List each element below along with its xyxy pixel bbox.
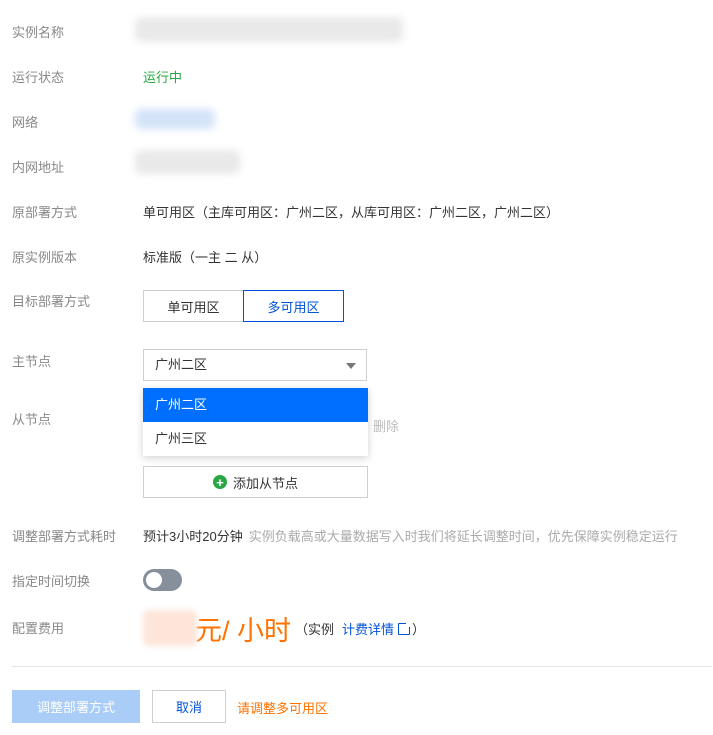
- zone-dropdown-menu: 广州二区 广州三区: [143, 388, 368, 456]
- cancel-button[interactable]: 取消: [152, 690, 226, 723]
- external-link-icon: [398, 620, 413, 635]
- instance-name-value-redacted: [135, 17, 403, 42]
- billing-details-link[interactable]: 计费详情: [342, 619, 413, 638]
- price-unit: 元/ 小时: [195, 615, 292, 646]
- orig-version-value: 标准版（一主 二 从）: [143, 250, 268, 265]
- scheduled-switch-label: 指定时间切换: [12, 574, 91, 589]
- target-deploy-single-zone[interactable]: 单可用区: [143, 290, 244, 322]
- orig-deploy-label: 原部署方式: [12, 205, 78, 220]
- config-fee-label: 配置费用: [12, 621, 65, 636]
- master-node-label: 主节点: [12, 354, 52, 369]
- adjust-time-label: 调整部署方式耗时: [12, 529, 117, 544]
- network-value-redacted: [135, 109, 215, 129]
- status-value: 运行中: [143, 70, 183, 85]
- network-label: 网络: [12, 115, 39, 130]
- scheduled-switch-toggle[interactable]: [143, 569, 182, 591]
- add-slave-node-button[interactable]: + 添加从节点: [143, 466, 368, 498]
- billing-details-label: 计费详情: [342, 621, 395, 637]
- warning-text: 请调整多可用区: [237, 701, 329, 716]
- delete-slave-link[interactable]: 删除: [373, 416, 399, 435]
- zone-option-guangzhou-2[interactable]: 广州二区: [143, 388, 368, 422]
- instance-name-label: 实例名称: [12, 25, 65, 40]
- adjust-time-hint: 实例负载高或大量数据写入时我们将延长调整时间，优先保障实例稳定运行: [248, 529, 678, 544]
- target-deploy-label: 目标部署方式: [12, 294, 91, 309]
- price-display: 元/ 小时 （实例 计费详情 ）: [143, 608, 425, 648]
- plus-circle-icon: +: [212, 475, 227, 489]
- price-value-redacted: [143, 610, 197, 646]
- price-suffix: （实例: [295, 621, 335, 637]
- footer-divider: [12, 666, 712, 667]
- price-close: ）: [412, 621, 426, 637]
- target-deploy-multi-zone[interactable]: 多可用区: [243, 290, 344, 322]
- master-node-select-value: 广州二区: [155, 357, 208, 372]
- adjust-deploy-button[interactable]: 调整部署方式: [12, 690, 140, 723]
- orig-version-label: 原实例版本: [12, 250, 78, 265]
- private-ip-label: 内网地址: [12, 160, 65, 175]
- chevron-down-icon: [346, 363, 356, 369]
- slave-node-label: 从节点: [12, 412, 52, 427]
- adjust-time-estimate: 预计3小时20分钟: [143, 529, 243, 544]
- orig-deploy-value: 单可用区（主库可用区：广州二区，从库可用区：广州二区，广州二区）: [143, 205, 560, 220]
- master-node-select[interactable]: 广州二区: [143, 349, 367, 381]
- zone-option-guangzhou-3[interactable]: 广州三区: [143, 422, 368, 456]
- adjust-time-value: 预计3小时20分钟 实例负载高或大量数据写入时我们将延长调整时间，优先保障实例稳定…: [143, 526, 678, 545]
- add-slave-node-label: 添加从节点: [232, 475, 298, 491]
- toggle-knob: [146, 572, 162, 588]
- private-ip-value-redacted: [135, 150, 240, 174]
- status-label: 运行状态: [12, 70, 65, 85]
